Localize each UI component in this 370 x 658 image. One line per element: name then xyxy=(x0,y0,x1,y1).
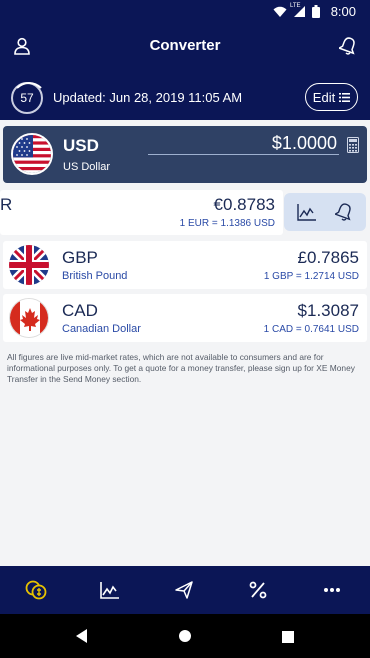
bell-icon[interactable] xyxy=(333,202,353,227)
currency-code: CAD xyxy=(62,301,98,320)
row-actions xyxy=(284,193,366,231)
currency-rate: 1 EUR = 1.1386 USD xyxy=(179,218,275,229)
list-icon xyxy=(339,90,351,105)
send-icon[interactable] xyxy=(172,578,196,602)
calculator-icon[interactable] xyxy=(347,137,359,158)
base-currency-name: US Dollar xyxy=(63,161,111,173)
clock: 8:00 xyxy=(330,4,356,19)
edit-button[interactable]: Edit xyxy=(305,83,358,111)
amount-underline xyxy=(148,154,339,155)
currency-row-eur[interactable]: R €0.8783 1 EUR = 1.1386 USD xyxy=(0,190,283,235)
uk-flag-icon xyxy=(9,245,49,285)
base-currency-card[interactable]: USD US Dollar $1.0000 xyxy=(3,126,367,183)
wifi-icon xyxy=(273,5,287,23)
currency-amount: €0.8783 xyxy=(213,195,275,214)
refresh-timer[interactable]: 57 xyxy=(11,82,47,114)
bottom-nav xyxy=(0,566,370,614)
bell-icon[interactable] xyxy=(337,36,357,61)
update-bar: 57 Updated: Jun 28, 2019 11:05 AM Edit xyxy=(0,70,370,120)
home-icon[interactable] xyxy=(178,629,192,648)
currency-code: R xyxy=(0,195,13,214)
back-icon[interactable] xyxy=(76,629,88,648)
status-bar: LTE 8:00 xyxy=(0,0,370,24)
edit-button-label: Edit xyxy=(312,89,336,105)
app-bar: Converter xyxy=(0,24,370,70)
chart-icon[interactable] xyxy=(297,203,317,226)
more-icon[interactable] xyxy=(320,578,344,602)
currency-code: GBP xyxy=(62,248,98,267)
currency-name: Canadian Dollar xyxy=(62,323,141,335)
percent-icon[interactable] xyxy=(246,578,270,602)
battery-icon xyxy=(312,5,320,23)
updated-text: Updated: Jun 28, 2019 11:05 AM xyxy=(53,90,243,105)
currency-amount: £0.7865 xyxy=(297,248,359,267)
disclaimer-text: All figures are live mid-market rates, w… xyxy=(7,352,355,384)
coins-icon[interactable] xyxy=(24,578,48,602)
currency-row-gbp[interactable]: GBP British Pound £0.7865 1 GBP = 1.2714… xyxy=(3,241,367,289)
currency-rate: 1 CAD = 0.7641 USD xyxy=(263,324,359,335)
base-amount-input[interactable]: $1.0000 xyxy=(272,133,337,154)
currency-amount: $1.3087 xyxy=(297,301,359,320)
network-label: LTE xyxy=(290,3,301,9)
currency-rate: 1 GBP = 1.2714 USD xyxy=(263,271,359,282)
page-title: Converter xyxy=(149,37,221,54)
canada-flag-icon xyxy=(9,298,49,338)
base-currency-code: USD xyxy=(63,136,99,155)
refresh-timer-value: 57 xyxy=(20,91,34,105)
system-nav-bar xyxy=(0,614,370,658)
chart-icon[interactable] xyxy=(98,578,122,602)
recents-icon[interactable] xyxy=(282,630,294,648)
currency-name: British Pound xyxy=(62,270,128,282)
signal-icon: LTE xyxy=(290,3,306,23)
us-flag-icon xyxy=(11,133,53,175)
currency-row-cad[interactable]: CAD Canadian Dollar $1.3087 1 CAD = 0.76… xyxy=(3,294,367,342)
